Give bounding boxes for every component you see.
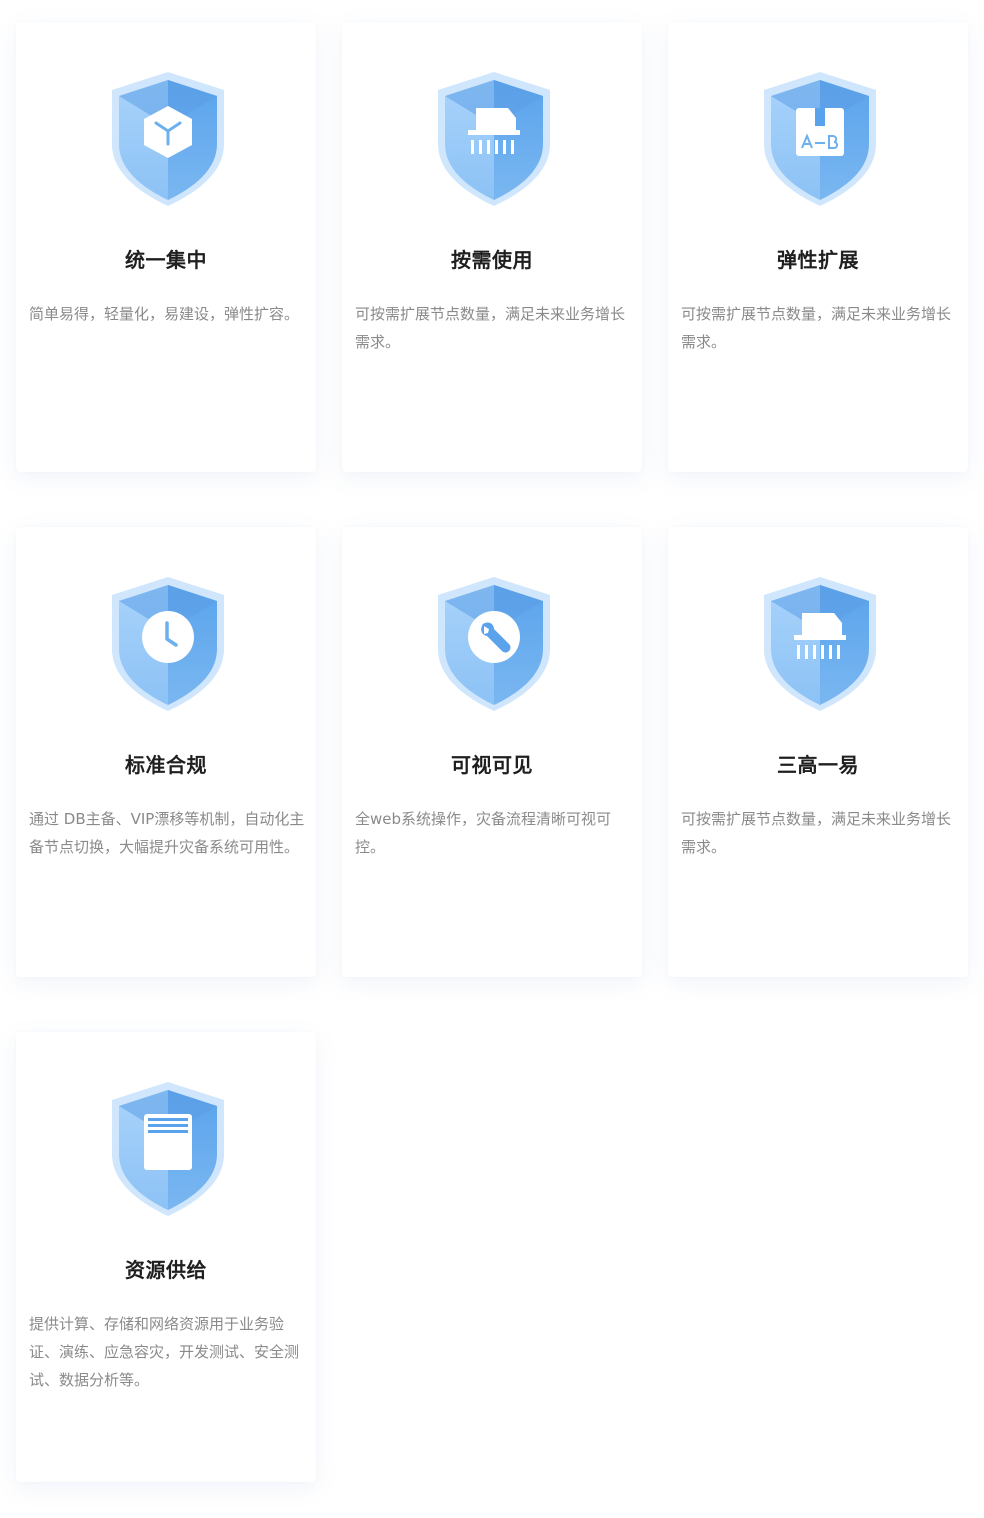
feature-desc: 提供计算、存储和网络资源用于业务验证、演练、应急容灾，开发测试、安全测试、数据分… <box>29 1315 300 1389</box>
a-b-switch-icon <box>760 68 880 208</box>
clock-icon <box>108 573 228 713</box>
feature-title: 统一集中 <box>125 248 207 272</box>
document-icon <box>108 1078 228 1218</box>
feature-card: 资源供给 提供计算、存储和网络资源用于业务验证、演练、应急容灾，开发测试、安全测… <box>16 1032 316 1482</box>
feature-card: 可视可见 全web系统操作，灾备流程清晰可视可控。 <box>342 527 642 977</box>
feature-card: 弹性扩展 可按需扩展节点数量，满足未来业务增长需求。 <box>668 22 968 472</box>
wrench-icon <box>434 573 554 713</box>
feature-title: 按需使用 <box>451 248 533 272</box>
feature-desc: 简单易得，轻量化，易建设，弹性扩容。 <box>29 305 300 323</box>
feature-desc: 通过 DB主备、VIP漂移等机制，自动化主备节点切换，大幅提升灾备系统可用性。 <box>29 810 305 856</box>
feature-grid: 统一集中 简单易得，轻量化，易建设，弹性扩容。 按需使用 可按需扩展节点数量，满… <box>16 22 968 1482</box>
feature-title: 三高一易 <box>777 753 859 777</box>
feature-title: 可视可见 <box>451 753 533 777</box>
feature-desc: 可按需扩展节点数量，满足未来业务增长需求。 <box>355 305 626 351</box>
feature-card: 统一集中 简单易得，轻量化，易建设，弹性扩容。 <box>16 22 316 472</box>
feature-card: 标准合规 通过 DB主备、VIP漂移等机制，自动化主备节点切换，大幅提升灾备系统… <box>16 527 316 977</box>
cube-icon <box>108 68 228 208</box>
feature-title: 弹性扩展 <box>777 248 859 272</box>
feature-title: 资源供给 <box>125 1258 207 1282</box>
shredder-icon <box>434 68 554 208</box>
feature-card: 三高一易 可按需扩展节点数量，满足未来业务增长需求。 <box>668 527 968 977</box>
feature-desc: 可按需扩展节点数量，满足未来业务增长需求。 <box>681 810 952 856</box>
shredder-icon <box>760 573 880 713</box>
feature-title: 标准合规 <box>125 753 207 777</box>
feature-card: 按需使用 可按需扩展节点数量，满足未来业务增长需求。 <box>342 22 642 472</box>
feature-desc: 可按需扩展节点数量，满足未来业务增长需求。 <box>681 305 952 351</box>
feature-desc: 全web系统操作，灾备流程清晰可视可控。 <box>355 810 612 856</box>
